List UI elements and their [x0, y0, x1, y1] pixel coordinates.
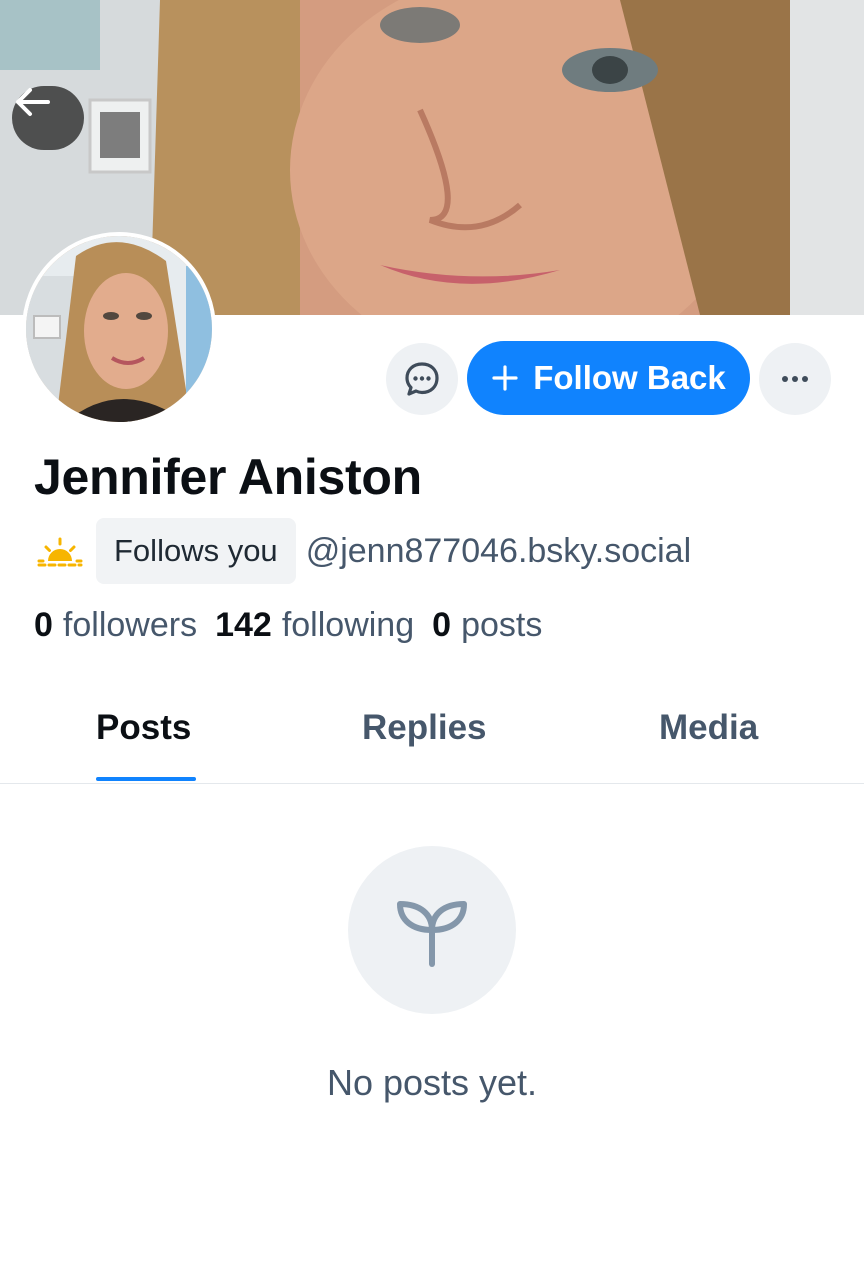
- profile-tabs: Posts Replies Media: [0, 690, 864, 784]
- avatar[interactable]: [22, 232, 216, 426]
- display-name: Jennifer Aniston: [34, 449, 422, 505]
- avatar-image: [26, 236, 212, 422]
- sprout-icon: [397, 901, 467, 967]
- profile-page: Follow Back Jennifer Aniston Follows you…: [0, 0, 864, 1265]
- posts-label: posts: [461, 606, 543, 644]
- chat-bubble-icon: [405, 362, 439, 396]
- profile-handle[interactable]: @jenn877046.bsky.social: [306, 532, 691, 571]
- profile-meta: Follows you @jenn877046.bsky.social: [34, 518, 691, 584]
- plus-icon: [492, 365, 518, 391]
- empty-state-icon-container: [348, 846, 516, 1014]
- empty-state-message: No posts yet.: [326, 1062, 538, 1103]
- follow-back-button[interactable]: Follow Back: [467, 341, 750, 415]
- posts-count: 0: [432, 606, 452, 644]
- follow-back-label: Follow Back: [533, 359, 726, 396]
- tab-media[interactable]: Media: [659, 708, 758, 748]
- tab-replies[interactable]: Replies: [362, 708, 487, 748]
- follows-you-badge: Follows you: [96, 518, 296, 584]
- following-label[interactable]: following: [282, 606, 414, 645]
- sunrise-icon: [37, 537, 83, 567]
- back-button[interactable]: [12, 86, 84, 150]
- profile-stats: 0 followers 142 following 0 posts: [34, 606, 560, 645]
- message-button[interactable]: [386, 343, 458, 415]
- followers-label[interactable]: followers: [63, 606, 197, 645]
- following-count[interactable]: 142: [215, 606, 272, 645]
- arrow-left-icon: [16, 88, 50, 116]
- active-tab-indicator: [96, 777, 196, 781]
- ellipsis-icon: [782, 376, 808, 382]
- tab-posts[interactable]: Posts: [96, 708, 191, 748]
- followers-count[interactable]: 0: [34, 606, 53, 645]
- more-options-button[interactable]: [759, 343, 831, 415]
